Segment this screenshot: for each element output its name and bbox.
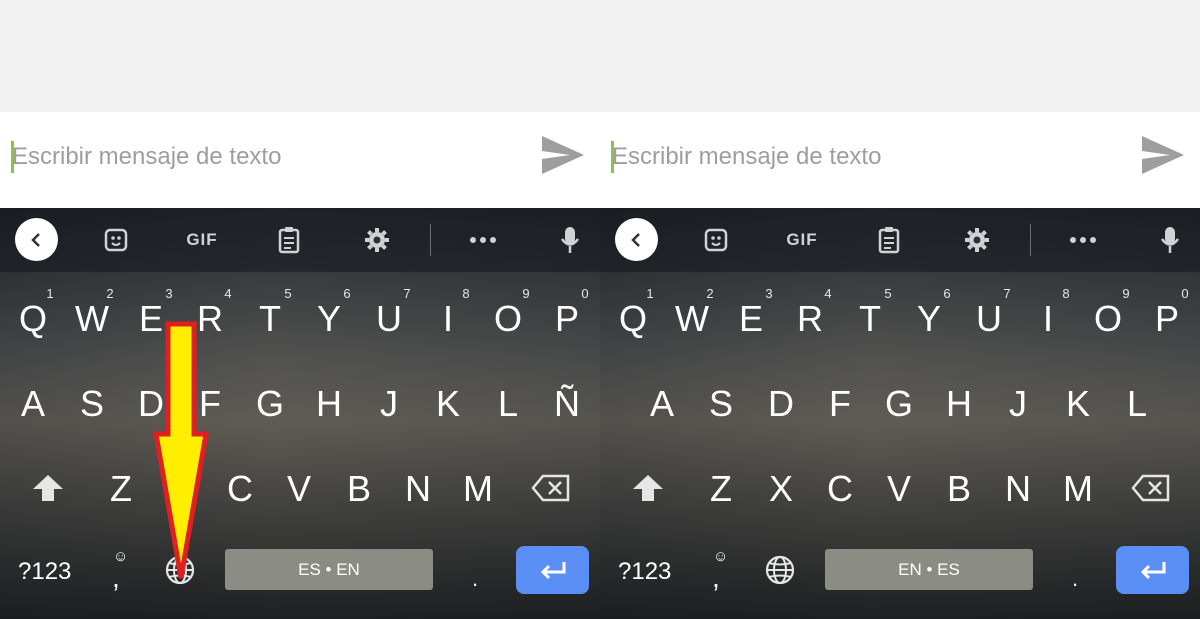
back-icon[interactable] — [615, 218, 658, 261]
key-d[interactable]: D — [756, 386, 806, 422]
key-n[interactable]: N — [393, 471, 443, 507]
key-o[interactable]: O — [483, 301, 533, 337]
shift-icon[interactable] — [631, 473, 665, 503]
top-area — [0, 0, 600, 112]
key-s[interactable]: S — [696, 386, 746, 422]
key-n[interactable]: N — [993, 471, 1043, 507]
more-icon[interactable] — [1063, 220, 1103, 260]
key-hint-number: 8 — [462, 286, 470, 301]
key-g[interactable]: G — [245, 386, 295, 422]
keyboard-toolbar: GIF — [600, 208, 1200, 272]
key-h[interactable]: H — [304, 386, 354, 422]
key-z[interactable]: Z — [96, 471, 146, 507]
key-v[interactable]: V — [874, 471, 924, 507]
key-u[interactable]: U — [364, 301, 414, 337]
toolbar-divider — [1030, 224, 1031, 256]
key-l[interactable]: L — [483, 386, 533, 422]
enter-icon — [540, 562, 565, 580]
key-y[interactable]: Y — [904, 301, 954, 337]
key-c[interactable]: C — [815, 471, 865, 507]
top-area — [600, 0, 1200, 112]
keyboard-toolbar: GIF — [0, 208, 600, 272]
symbols-key[interactable]: ?123 — [18, 558, 71, 586]
mic-icon[interactable] — [1150, 220, 1190, 260]
comma-key[interactable]: , — [112, 562, 120, 594]
key-n-tilde[interactable]: Ñ — [542, 386, 592, 422]
key-i[interactable]: I — [1023, 301, 1073, 337]
more-icon[interactable] — [463, 220, 503, 260]
key-j[interactable]: J — [364, 386, 414, 422]
key-m[interactable]: M — [1053, 471, 1103, 507]
enter-key[interactable] — [516, 546, 589, 594]
period-key[interactable]: . — [472, 566, 478, 592]
enter-icon — [1140, 562, 1165, 580]
keyboard: GIF 1 2 3 4 5 6 7 8 9 0 Q W E R T Y U I … — [600, 208, 1200, 619]
keyboard-screenshot-left: Escribir mensaje de texto GIF 1 2 3 4 5 … — [0, 0, 600, 619]
send-icon[interactable] — [1140, 134, 1186, 176]
key-k[interactable]: K — [423, 386, 473, 422]
sticker-icon[interactable] — [696, 220, 736, 260]
key-c[interactable]: C — [215, 471, 265, 507]
key-s[interactable]: S — [67, 386, 117, 422]
comma-key[interactable]: , — [712, 562, 720, 594]
clipboard-icon[interactable] — [269, 220, 309, 260]
key-j[interactable]: J — [993, 386, 1043, 422]
key-r[interactable]: R — [785, 301, 835, 337]
key-b[interactable]: B — [934, 471, 984, 507]
globe-icon[interactable] — [764, 554, 796, 586]
backspace-icon[interactable] — [531, 474, 571, 502]
send-icon[interactable] — [540, 134, 586, 176]
sticker-icon[interactable] — [96, 220, 136, 260]
period-key[interactable]: . — [1072, 566, 1078, 592]
mic-icon[interactable] — [550, 220, 590, 260]
key-hint-number: 5 — [884, 286, 892, 301]
toolbar-divider — [430, 224, 431, 256]
key-u[interactable]: U — [964, 301, 1014, 337]
gear-icon[interactable] — [957, 220, 997, 260]
key-w[interactable]: W — [667, 301, 717, 337]
key-h[interactable]: H — [934, 386, 984, 422]
gear-icon[interactable] — [357, 220, 397, 260]
key-t[interactable]: T — [245, 301, 295, 337]
key-k[interactable]: K — [1053, 386, 1103, 422]
key-b[interactable]: B — [334, 471, 384, 507]
key-a[interactable]: A — [637, 386, 687, 422]
annotation-arrow — [153, 321, 209, 579]
key-q[interactable]: Q — [8, 301, 58, 337]
key-f[interactable]: F — [815, 386, 865, 422]
key-x[interactable]: X — [756, 471, 806, 507]
key-z[interactable]: Z — [696, 471, 746, 507]
key-m[interactable]: M — [453, 471, 503, 507]
enter-key[interactable] — [1116, 546, 1189, 594]
key-g[interactable]: G — [874, 386, 924, 422]
key-e[interactable]: E — [726, 301, 776, 337]
key-p[interactable]: P — [542, 301, 592, 337]
message-input[interactable]: Escribir mensaje de texto — [612, 140, 881, 174]
key-hint-number: 8 — [1062, 286, 1070, 301]
gif-button[interactable]: GIF — [182, 220, 222, 260]
key-l[interactable]: L — [1112, 386, 1162, 422]
message-input[interactable]: Escribir mensaje de texto — [12, 140, 281, 174]
clipboard-icon[interactable] — [869, 220, 909, 260]
space-bar[interactable]: ES • EN — [225, 549, 433, 590]
space-bar[interactable]: EN • ES — [825, 549, 1033, 590]
key-v[interactable]: V — [274, 471, 324, 507]
key-p[interactable]: P — [1142, 301, 1192, 337]
symbols-key[interactable]: ?123 — [618, 558, 671, 586]
key-w[interactable]: W — [67, 301, 117, 337]
key-q[interactable]: Q — [608, 301, 658, 337]
keyboard: GIF 1 2 3 4 5 6 7 8 9 0 Q W E R T Y U I … — [0, 208, 600, 619]
keyboard-screenshot-right: Escribir mensaje de texto GIF 1 2 3 4 5 … — [600, 0, 1200, 619]
gif-button[interactable]: GIF — [782, 220, 822, 260]
key-o[interactable]: O — [1083, 301, 1133, 337]
key-t[interactable]: T — [845, 301, 895, 337]
backspace-icon[interactable] — [1131, 474, 1171, 502]
key-i[interactable]: I — [423, 301, 473, 337]
back-icon[interactable] — [15, 218, 58, 261]
shift-icon[interactable] — [31, 473, 65, 503]
key-y[interactable]: Y — [304, 301, 354, 337]
key-a[interactable]: A — [8, 386, 58, 422]
key-hint-number: 5 — [284, 286, 292, 301]
